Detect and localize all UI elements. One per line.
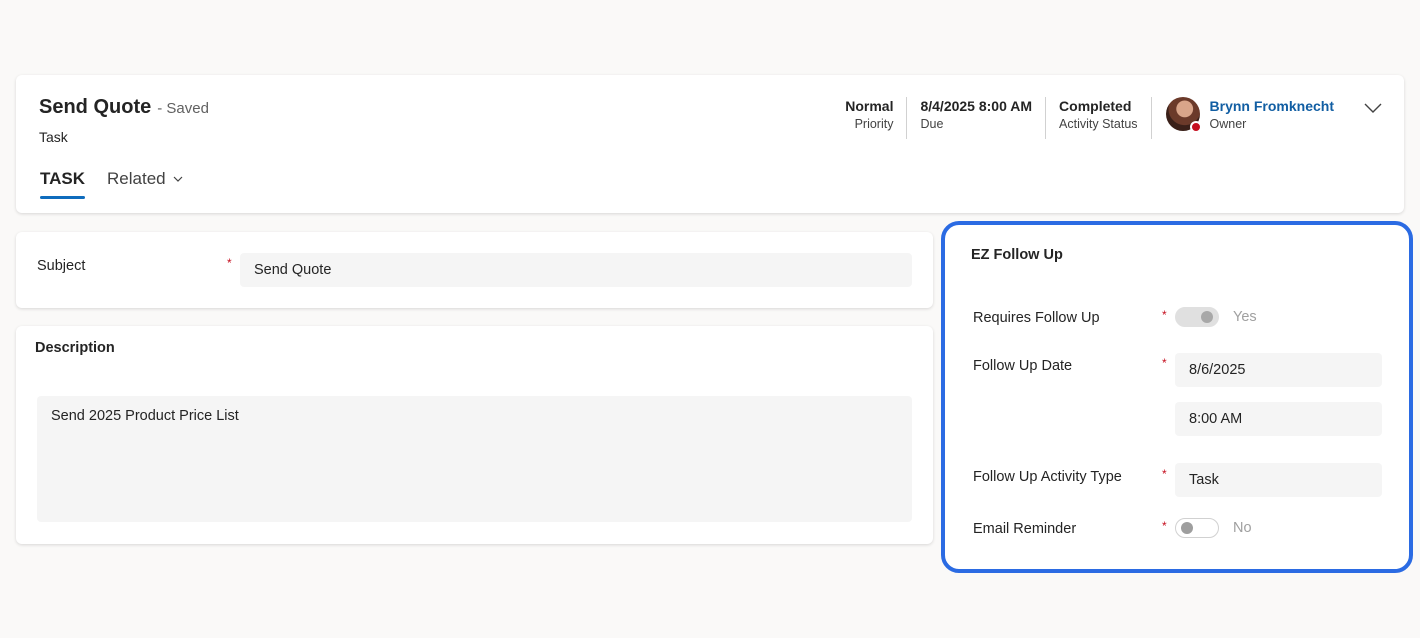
record-header: Send Quote - Saved Task TASK Related Nor… bbox=[16, 75, 1404, 213]
email-reminder-toggle[interactable] bbox=[1175, 518, 1219, 538]
required-marker: * bbox=[227, 256, 232, 270]
header-field-due[interactable]: 8/4/2025 8:00 AM Due bbox=[906, 97, 1045, 139]
follow-up-activity-type-select[interactable]: Task bbox=[1175, 463, 1382, 497]
required-marker: * bbox=[1162, 467, 1167, 481]
record-entity-type: Task bbox=[39, 129, 68, 145]
required-marker: * bbox=[1162, 519, 1167, 533]
tab-bar: TASK Related bbox=[40, 169, 184, 199]
avatar[interactable] bbox=[1165, 97, 1202, 133]
follow-up-activity-type-label: Follow Up Activity Type bbox=[973, 469, 1122, 485]
save-status: - Saved bbox=[157, 100, 209, 117]
toggle-knob bbox=[1201, 311, 1213, 323]
header-field-activity-status[interactable]: Completed Activity Status bbox=[1045, 97, 1151, 139]
priority-value: Normal bbox=[845, 98, 894, 114]
required-marker: * bbox=[1162, 308, 1167, 322]
description-textarea[interactable]: Send 2025 Product Price List bbox=[37, 396, 912, 522]
priority-label: Priority bbox=[854, 117, 894, 131]
tab-related[interactable]: Related bbox=[107, 169, 184, 199]
header-fields: Normal Priority 8/4/2025 8:00 AM Due Com… bbox=[832, 97, 1384, 139]
tab-task[interactable]: TASK bbox=[40, 169, 86, 199]
owner-label: Owner bbox=[1209, 117, 1247, 131]
ez-follow-up-section: EZ Follow Up Requires Follow Up * Yes Fo… bbox=[941, 221, 1413, 573]
subject-section: Subject * Send Quote bbox=[16, 232, 933, 308]
owner-link[interactable]: Brynn Fromknecht bbox=[1210, 97, 1334, 115]
requires-follow-up-toggle[interactable] bbox=[1175, 307, 1219, 327]
follow-up-time-input[interactable]: 8:00 AM bbox=[1175, 402, 1382, 436]
ez-follow-up-title: EZ Follow Up bbox=[971, 247, 1063, 263]
follow-up-date-input[interactable]: 8/6/2025 bbox=[1175, 353, 1382, 387]
email-reminder-label: Email Reminder bbox=[973, 521, 1077, 537]
toggle-knob bbox=[1181, 522, 1193, 534]
required-marker: * bbox=[1162, 356, 1167, 370]
activity-status-label: Activity Status bbox=[1059, 117, 1138, 131]
presence-busy-icon bbox=[1189, 121, 1202, 133]
follow-up-date-label: Follow Up Date bbox=[973, 358, 1073, 374]
description-section: Description Send 2025 Product Price List bbox=[16, 326, 933, 544]
chevron-down-icon bbox=[173, 176, 183, 182]
subject-input[interactable]: Send Quote bbox=[240, 253, 912, 287]
requires-follow-up-value: Yes bbox=[1233, 309, 1257, 325]
email-reminder-value: No bbox=[1233, 520, 1252, 536]
expand-header-chevron-icon[interactable] bbox=[1362, 101, 1384, 115]
record-title: Send Quote bbox=[39, 96, 152, 118]
header-field-owner: Brynn Fromknecht Owner bbox=[1150, 97, 1384, 139]
due-label: Due bbox=[920, 117, 944, 131]
tab-related-label: Related bbox=[107, 169, 166, 188]
due-value: 8/4/2025 8:00 AM bbox=[920, 98, 1033, 114]
subject-label: Subject bbox=[37, 258, 86, 274]
header-field-priority[interactable]: Normal Priority bbox=[832, 97, 906, 139]
title-row: Send Quote - Saved bbox=[39, 96, 209, 119]
activity-status-value: Completed bbox=[1059, 98, 1132, 114]
requires-follow-up-label: Requires Follow Up bbox=[973, 310, 1100, 326]
description-title: Description bbox=[35, 340, 115, 356]
